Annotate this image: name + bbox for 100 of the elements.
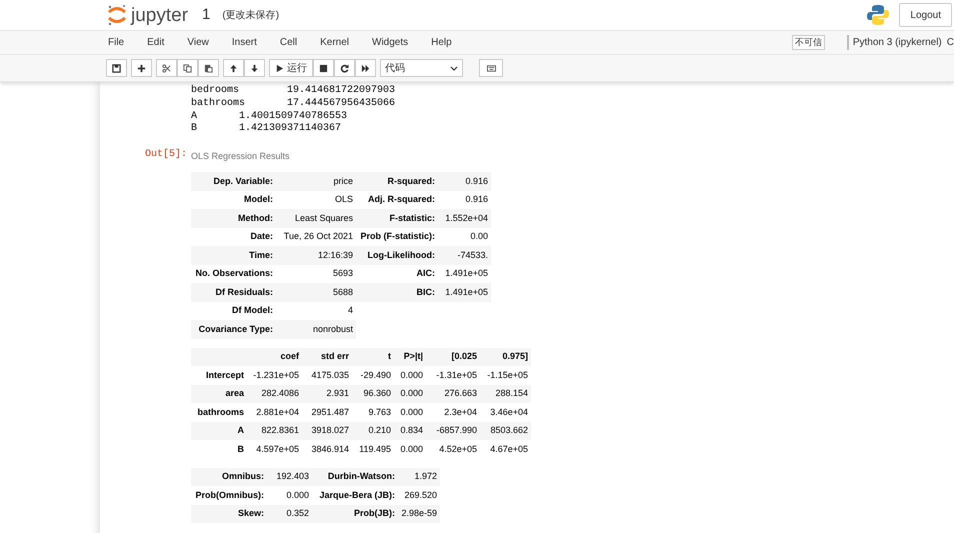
menu-item[interactable]: Kernel <box>320 35 350 50</box>
row-label: bathrooms <box>196 406 245 419</box>
notebook-name[interactable]: 1 <box>202 4 210 26</box>
row-label: R-squared: <box>386 174 436 188</box>
table-cell-text: 822.8361 <box>260 424 300 438</box>
column-header: P>|t| <box>402 350 424 364</box>
table-cell-text: 4.52e+05 <box>438 442 478 456</box>
move-up-button[interactable] <box>223 59 244 77</box>
row-label: Dep. Variable: <box>212 174 274 188</box>
clipboard-icon <box>204 64 213 72</box>
table-cell-text: 0.000 <box>399 406 424 419</box>
table-cell-text: 0.834 <box>399 424 424 438</box>
table-cell-text: 4 <box>346 304 354 318</box>
cell-type-dropdown[interactable]: 代码 <box>380 59 463 77</box>
table-cell-text: 5693 <box>332 267 354 280</box>
menu-item[interactable]: View <box>187 35 209 50</box>
row-label: Prob (F-statistic): <box>359 230 436 244</box>
fast-forward-button[interactable] <box>355 59 376 77</box>
table-cell-text: 8503.662 <box>489 424 529 438</box>
column-header: coef <box>279 350 300 364</box>
row-label: Df Residuals: <box>214 286 274 299</box>
table-cell-text: 1.972 <box>413 470 438 484</box>
table-cell-text: Least Squares <box>294 212 354 225</box>
row-label: Df Model: <box>231 304 274 318</box>
table-cell-text: price <box>332 174 354 188</box>
table-cell-text: 3.46e+04 <box>489 406 529 419</box>
output-prompt: Out[5]: <box>145 148 188 162</box>
table-cell-text: 0.00 <box>469 230 489 244</box>
insert-cell-button[interactable] <box>131 59 152 77</box>
table-cell-text: Tue, 26 Oct 2021 <box>282 230 354 244</box>
logo-icon <box>107 4 127 26</box>
table-cell-text: 0.916 <box>464 174 489 188</box>
python-logo-icon <box>867 4 890 26</box>
table-cell-text: -74533. <box>456 248 489 262</box>
table-cell-text: 4175.035 <box>310 368 350 382</box>
table-cell-text: 2.3e+04 <box>443 406 478 419</box>
save-button[interactable] <box>106 59 127 77</box>
kernel-name: Python 3 (ipykernel) <box>846 35 942 50</box>
stop-icon <box>319 64 328 72</box>
table-cell-text: 2951.487 <box>310 406 350 419</box>
menu-item[interactable]: Cell <box>280 35 298 50</box>
table-cell-text: 2.98e-59 <box>400 507 438 520</box>
table-cell-text: 12:16:39 <box>316 248 354 262</box>
table-cell-text: 1.491e+05 <box>444 267 489 280</box>
scissors-icon <box>162 64 171 72</box>
play-icon <box>275 64 284 72</box>
table-cell-text: -1.15e+05 <box>486 368 529 382</box>
row-label: Log-Likelihood: <box>366 248 436 262</box>
row-label: Jarque-Bera (JB): <box>318 488 396 502</box>
table-cell-text: 9.763 <box>367 406 392 419</box>
table-cell-text: -1.231e+05 <box>252 368 300 382</box>
column-header: 0.975] <box>501 350 529 364</box>
table-cell-text: 4.67e+05 <box>489 442 529 456</box>
restart-icon <box>340 64 349 72</box>
table-cell-text: 1.491e+05 <box>444 286 489 299</box>
menu-item[interactable]: Insert <box>232 35 257 50</box>
menu-item[interactable]: File <box>108 35 124 50</box>
paste-button[interactable] <box>198 59 219 77</box>
table-cell-text: 0.352 <box>285 507 310 520</box>
table-cell-text: 269.520 <box>403 488 438 502</box>
command-palette-button[interactable] <box>479 59 503 77</box>
row-label: Prob(Omnibus): <box>194 488 265 502</box>
menu-item[interactable]: Edit <box>147 35 164 50</box>
row-label: AIC: <box>416 267 436 280</box>
plus-icon <box>137 64 146 72</box>
output-line: bedrooms 19.414681722097903 <box>191 85 396 98</box>
row-label: B <box>236 442 245 456</box>
move-down-button[interactable] <box>244 59 265 77</box>
table-cell-text: 0.916 <box>464 193 489 206</box>
restart-button[interactable] <box>334 59 355 77</box>
table-cell-text: 282.4086 <box>260 387 300 400</box>
table-cell-text: 276.663 <box>443 387 478 400</box>
logout-button[interactable]: Logout <box>899 3 952 27</box>
run-button[interactable]: 运行 <box>269 59 313 77</box>
cut-button[interactable] <box>156 59 177 77</box>
menu-item[interactable]: Help <box>431 35 452 50</box>
logo-text: jupyter <box>131 6 188 24</box>
row-label: No. Observations: <box>194 267 274 280</box>
trust-indicator[interactable]: 不可信 <box>792 34 825 50</box>
stop-button[interactable] <box>313 59 334 77</box>
menu-item[interactable]: Widgets <box>372 35 408 50</box>
row-label: Time: <box>248 248 274 262</box>
row-label: Intercept <box>204 368 245 382</box>
table-cell-text: 0.000 <box>399 387 424 400</box>
fast-forward-icon <box>361 64 370 72</box>
table-cell-text: 0.000 <box>399 442 424 456</box>
row-label: Durbin-Watson: <box>326 470 396 484</box>
copy-button[interactable] <box>177 59 198 77</box>
row-label: area <box>224 387 245 400</box>
row-label: Date: <box>249 230 274 244</box>
table-cell-text: nonrobust <box>312 322 354 336</box>
kernel-status: C <box>946 36 954 50</box>
output-line: bathrooms 17.444567956435066 <box>191 98 396 111</box>
row-label: BIC: <box>416 286 436 299</box>
output-line: A 1.4001509740786553 <box>191 110 348 123</box>
table-cell-text: 3846.914 <box>310 442 350 456</box>
table-cell-text: 2.931 <box>325 387 350 400</box>
arrow-up-icon <box>229 64 238 72</box>
table-cell-text: -1.31e+05 <box>435 368 478 382</box>
table-cell-text: 0.000 <box>399 368 424 382</box>
